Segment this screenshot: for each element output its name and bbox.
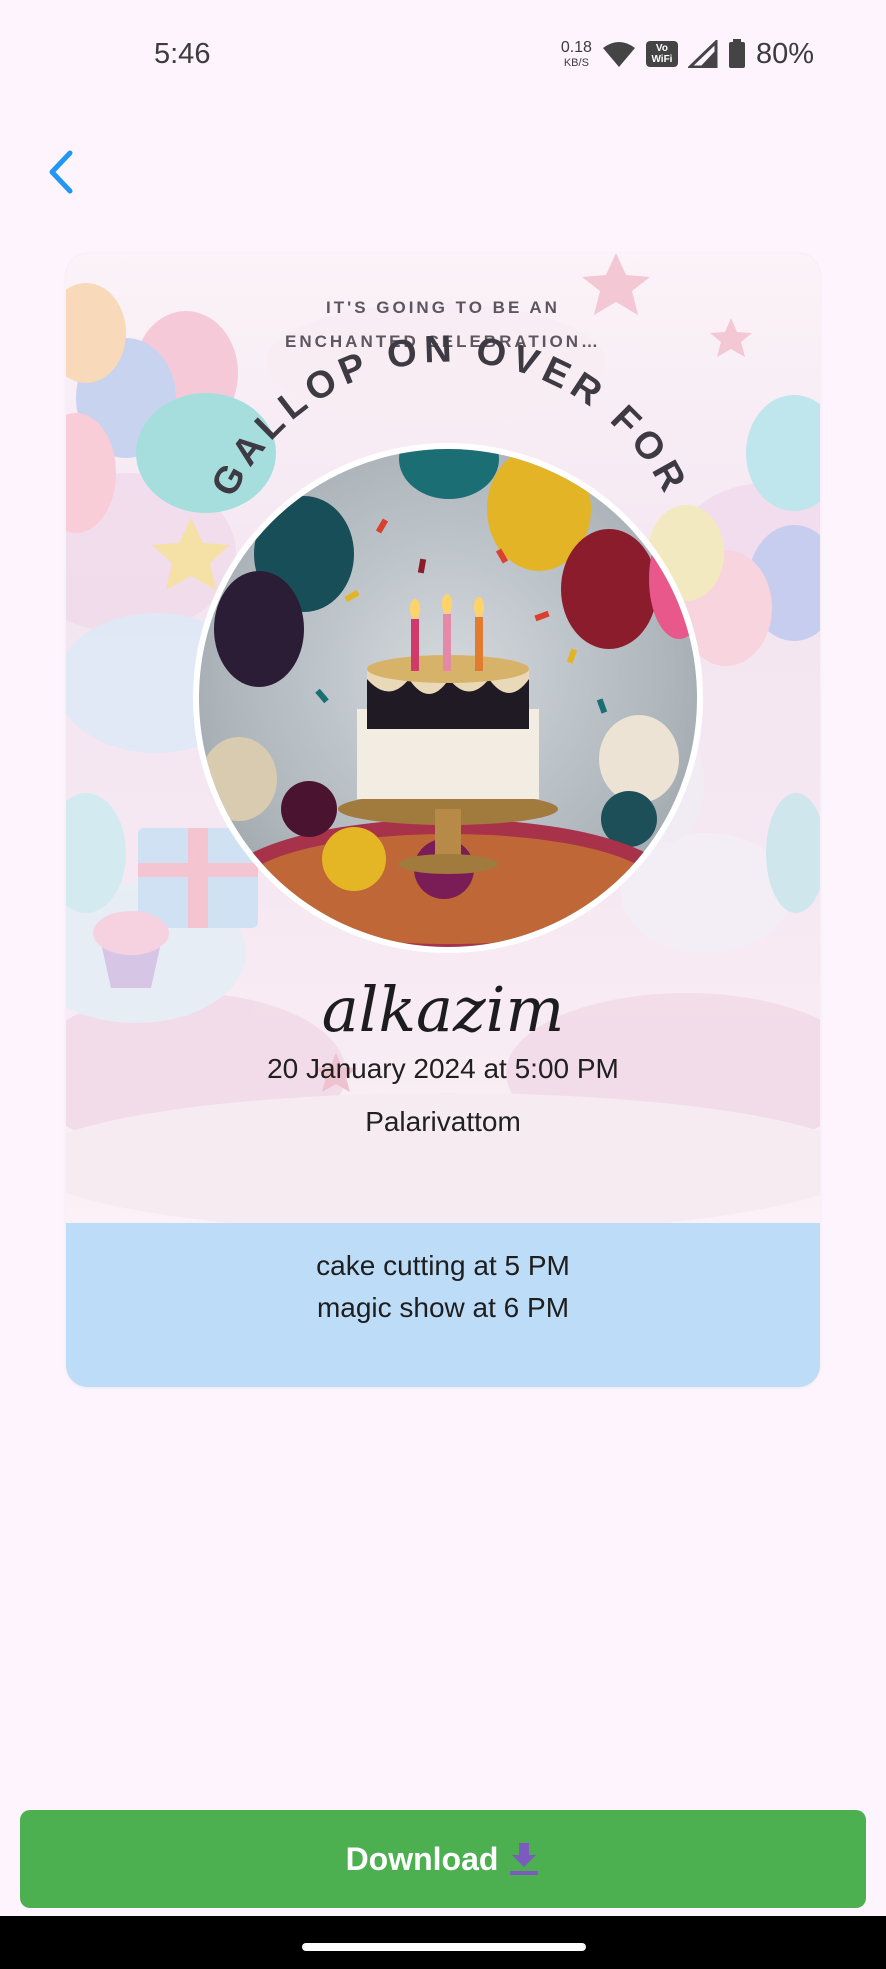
birthday-cake-illustration bbox=[201, 449, 697, 947]
invitation-image: IT'S GOING TO BE AN ENCHANTED CELEBRATIO… bbox=[66, 253, 820, 1223]
download-button[interactable]: Download bbox=[20, 1810, 866, 1908]
schedule-details: cake cutting at 5 PM magic show at 6 PM bbox=[66, 1223, 820, 1387]
vowifi-icon: Vo WiFi bbox=[645, 41, 678, 67]
cake-photo bbox=[193, 443, 703, 953]
network-speed-unit: KB/S bbox=[563, 56, 589, 69]
home-gesture-handle[interactable] bbox=[302, 1943, 586, 1951]
download-icon bbox=[510, 1843, 539, 1875]
invitation-card: IT'S GOING TO BE AN ENCHANTED CELEBRATIO… bbox=[66, 253, 820, 1387]
screen: 5:46 0.18 KB/S Vo WiFi 80% IT'S GOING TO… bbox=[0, 0, 886, 1969]
schedule-line-1: cake cutting at 5 PM bbox=[316, 1250, 570, 1281]
battery-icon bbox=[728, 39, 745, 68]
download-label: Download bbox=[345, 1840, 499, 1877]
wifi-icon bbox=[602, 42, 635, 67]
schedule-line-2: magic show at 6 PM bbox=[316, 1292, 570, 1323]
status-icons: 0.18 KB/S Vo WiFi 80% bbox=[561, 34, 814, 74]
event-place: Palarivattom bbox=[365, 1106, 521, 1137]
status-bar: 5:46 0.18 KB/S Vo WiFi 80% bbox=[0, 0, 886, 110]
celebrant-name: alkazim bbox=[321, 973, 565, 1046]
back-button[interactable] bbox=[40, 144, 80, 200]
event-date: 20 January 2024 at 5:00 PM bbox=[267, 1053, 619, 1084]
network-speed-value: 0.18 bbox=[560, 38, 592, 56]
network-speed: 0.18 KB/S bbox=[560, 38, 592, 69]
signal-icon bbox=[687, 40, 718, 68]
chevron-left-icon bbox=[49, 150, 73, 194]
status-time: 5:46 bbox=[154, 38, 211, 70]
battery-percent: 80% bbox=[755, 37, 814, 70]
